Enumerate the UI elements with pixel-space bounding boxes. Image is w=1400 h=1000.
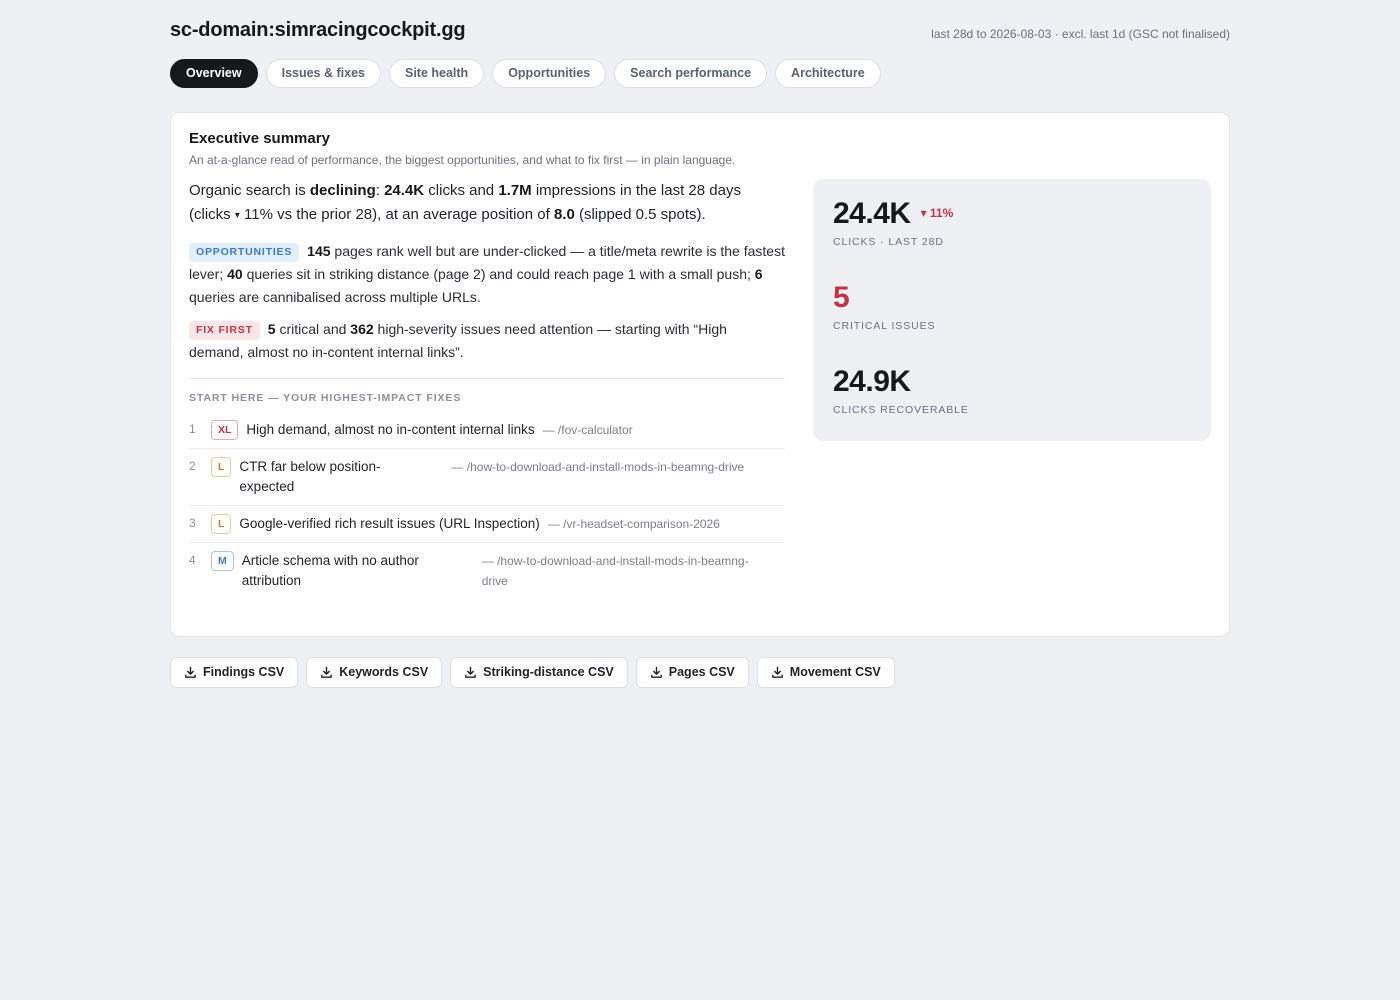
page-header: sc-domain:simracingcockpit.gg last 28d t… bbox=[170, 0, 1230, 58]
fix-rank: 1 bbox=[189, 422, 196, 436]
fix-title: CTR far below position-expected bbox=[239, 459, 381, 494]
critical-issues-label: CRITICAL ISSUES bbox=[833, 320, 936, 332]
opportunities-badge: OPPORTUNITIES bbox=[189, 243, 300, 262]
lead-text: : bbox=[375, 182, 385, 199]
tab-search-performance[interactable]: Search performance bbox=[614, 59, 768, 88]
fix-first-text: critical and bbox=[275, 321, 351, 337]
pages-csv-label: Pages CSV bbox=[668, 665, 735, 679]
keywords-csv-button[interactable]: Keywords CSV bbox=[306, 657, 443, 688]
cannibalised-count: 6 bbox=[754, 266, 763, 282]
tab-overview[interactable]: Overview bbox=[170, 59, 258, 88]
keywords-csv-label: Keywords CSV bbox=[339, 665, 429, 679]
clicks-kpi-value: 24.4K bbox=[833, 197, 911, 230]
summary-text: Organic search is declining: 24.4K click… bbox=[189, 179, 785, 599]
pages-csv-button[interactable]: Pages CSV bbox=[635, 657, 749, 688]
opportunities-text: queries sit in striking distance (page 2… bbox=[242, 266, 755, 282]
clicks-recoverable-value: 24.9K bbox=[833, 365, 911, 398]
clicks-kpi-label: CLICKS · LAST 28D bbox=[833, 236, 944, 248]
under-clicked-count: 145 bbox=[307, 243, 331, 259]
lead-text: clicks and bbox=[424, 182, 499, 199]
critical-issues-kpi: 5 CRITICAL ISSUES bbox=[833, 281, 935, 332]
kpi-panel: 24.4K ▾ 11% CLICKS · LAST 28D 5 CRITICAL … bbox=[813, 179, 1211, 441]
page: sc-domain:simracingcockpit.gg last 28d t… bbox=[170, 0, 1230, 688]
fix-item[interactable]: 4 M Article schema with no author attrib… bbox=[189, 543, 785, 599]
tab-architecture[interactable]: Architecture bbox=[775, 59, 881, 88]
effort-badge: XL bbox=[211, 420, 239, 440]
position-value: 8.0 bbox=[553, 206, 575, 223]
date-range: last 28d to 2026-08-03 · excl. last 1d (… bbox=[931, 27, 1230, 41]
clicks-recoverable-label: CLICKS RECOVERABLE bbox=[833, 404, 969, 416]
opportunities-summary: OPPORTUNITIES 145 pages rank well but are… bbox=[189, 240, 785, 309]
download-icon bbox=[321, 666, 333, 678]
striking-distance-count: 40 bbox=[227, 266, 243, 282]
clicks-value: 24.4K bbox=[384, 182, 425, 199]
tab-bar: Overview Issues & fixes Site health Oppo… bbox=[170, 59, 1230, 88]
page-title: sc-domain:simracingcockpit.gg bbox=[170, 19, 466, 41]
striking-distance-csv-label: Striking-distance CSV bbox=[483, 665, 614, 679]
findings-csv-button[interactable]: Findings CSV bbox=[170, 657, 299, 688]
tab-site-health[interactable]: Site health bbox=[388, 59, 485, 88]
fix-title: Google-verified rich result issues (URL … bbox=[239, 516, 540, 531]
fix-title: Article schema with no author attributio… bbox=[241, 553, 419, 588]
effort-badge: L bbox=[211, 514, 232, 534]
opportunities-text: queries are cannibalised across multiple… bbox=[189, 289, 481, 305]
critical-issues-value: 5 bbox=[833, 281, 850, 314]
fix-first-summary: FIX FIRST 5 critical and 362 high-severit… bbox=[189, 318, 785, 364]
fix-url[interactable]: — /how-to-download-and-install-mods-in-b… bbox=[451, 457, 771, 477]
fix-url[interactable]: — /fov-calculator bbox=[543, 420, 633, 440]
striking-distance-csv-button[interactable]: Striking-distance CSV bbox=[450, 657, 628, 688]
executive-summary-card: Executive summary An at-a-glance read of… bbox=[170, 112, 1230, 637]
divider bbox=[189, 378, 785, 379]
download-icon bbox=[650, 666, 662, 678]
fix-rank: 2 bbox=[189, 459, 196, 473]
clicks-recoverable-kpi: 24.9K CLICKS RECOVERABLE bbox=[833, 365, 969, 416]
movement-csv-label: Movement CSV bbox=[789, 665, 881, 679]
critical-count: 5 bbox=[267, 321, 276, 337]
card-title: Executive summary bbox=[189, 130, 330, 147]
fix-first-badge: FIX FIRST bbox=[189, 321, 260, 340]
clicks-delta: ▾ 11% bbox=[920, 206, 954, 220]
tab-opportunities[interactable]: Opportunities bbox=[492, 59, 607, 88]
fix-rank: 4 bbox=[189, 553, 196, 567]
download-icon bbox=[465, 666, 477, 678]
fix-rank: 3 bbox=[189, 516, 196, 530]
findings-csv-label: Findings CSV bbox=[203, 665, 285, 679]
impressions-value: 1.7M bbox=[498, 182, 532, 199]
trend-value: declining bbox=[309, 182, 376, 199]
download-icon bbox=[771, 666, 783, 678]
download-buttons: Findings CSV Keywords CSV Striking-dista… bbox=[170, 657, 895, 688]
effort-badge: M bbox=[211, 551, 234, 571]
lead-text: 11% vs the prior 28), at an average posi… bbox=[239, 206, 554, 223]
tab-issues-fixes[interactable]: Issues & fixes bbox=[265, 59, 381, 88]
start-here-label: START HERE — YOUR HIGHEST-IMPACT FIXES bbox=[189, 392, 462, 404]
fix-item[interactable]: 3 L Google-verified rich result issues (… bbox=[189, 506, 785, 543]
high-severity-count: 362 bbox=[350, 321, 374, 337]
fix-title: High demand, almost no in-content intern… bbox=[246, 422, 535, 437]
clicks-kpi: 24.4K ▾ 11% CLICKS · LAST 28D bbox=[833, 197, 953, 248]
fix-item[interactable]: 1 XL High demand, almost no in-content i… bbox=[189, 412, 785, 449]
lead-text: Organic search is bbox=[189, 182, 310, 199]
lead-text: (slipped 0.5 spots). bbox=[574, 206, 706, 223]
effort-badge: L bbox=[211, 457, 232, 477]
fix-url[interactable]: — /vr-headset-comparison-2026 bbox=[548, 514, 720, 534]
fix-url[interactable]: — /how-to-download-and-install-mods-in-b… bbox=[482, 551, 762, 591]
movement-csv-button[interactable]: Movement CSV bbox=[756, 657, 895, 688]
fix-list: 1 XL High demand, almost no in-content i… bbox=[189, 412, 785, 599]
download-icon bbox=[185, 666, 196, 678]
performance-summary: Organic search is declining: 24.4K click… bbox=[189, 179, 785, 228]
card-subtitle: An at-a-glance read of performance, the … bbox=[189, 153, 736, 167]
fix-item[interactable]: 2 L CTR far below position-expected — /h… bbox=[189, 449, 785, 506]
